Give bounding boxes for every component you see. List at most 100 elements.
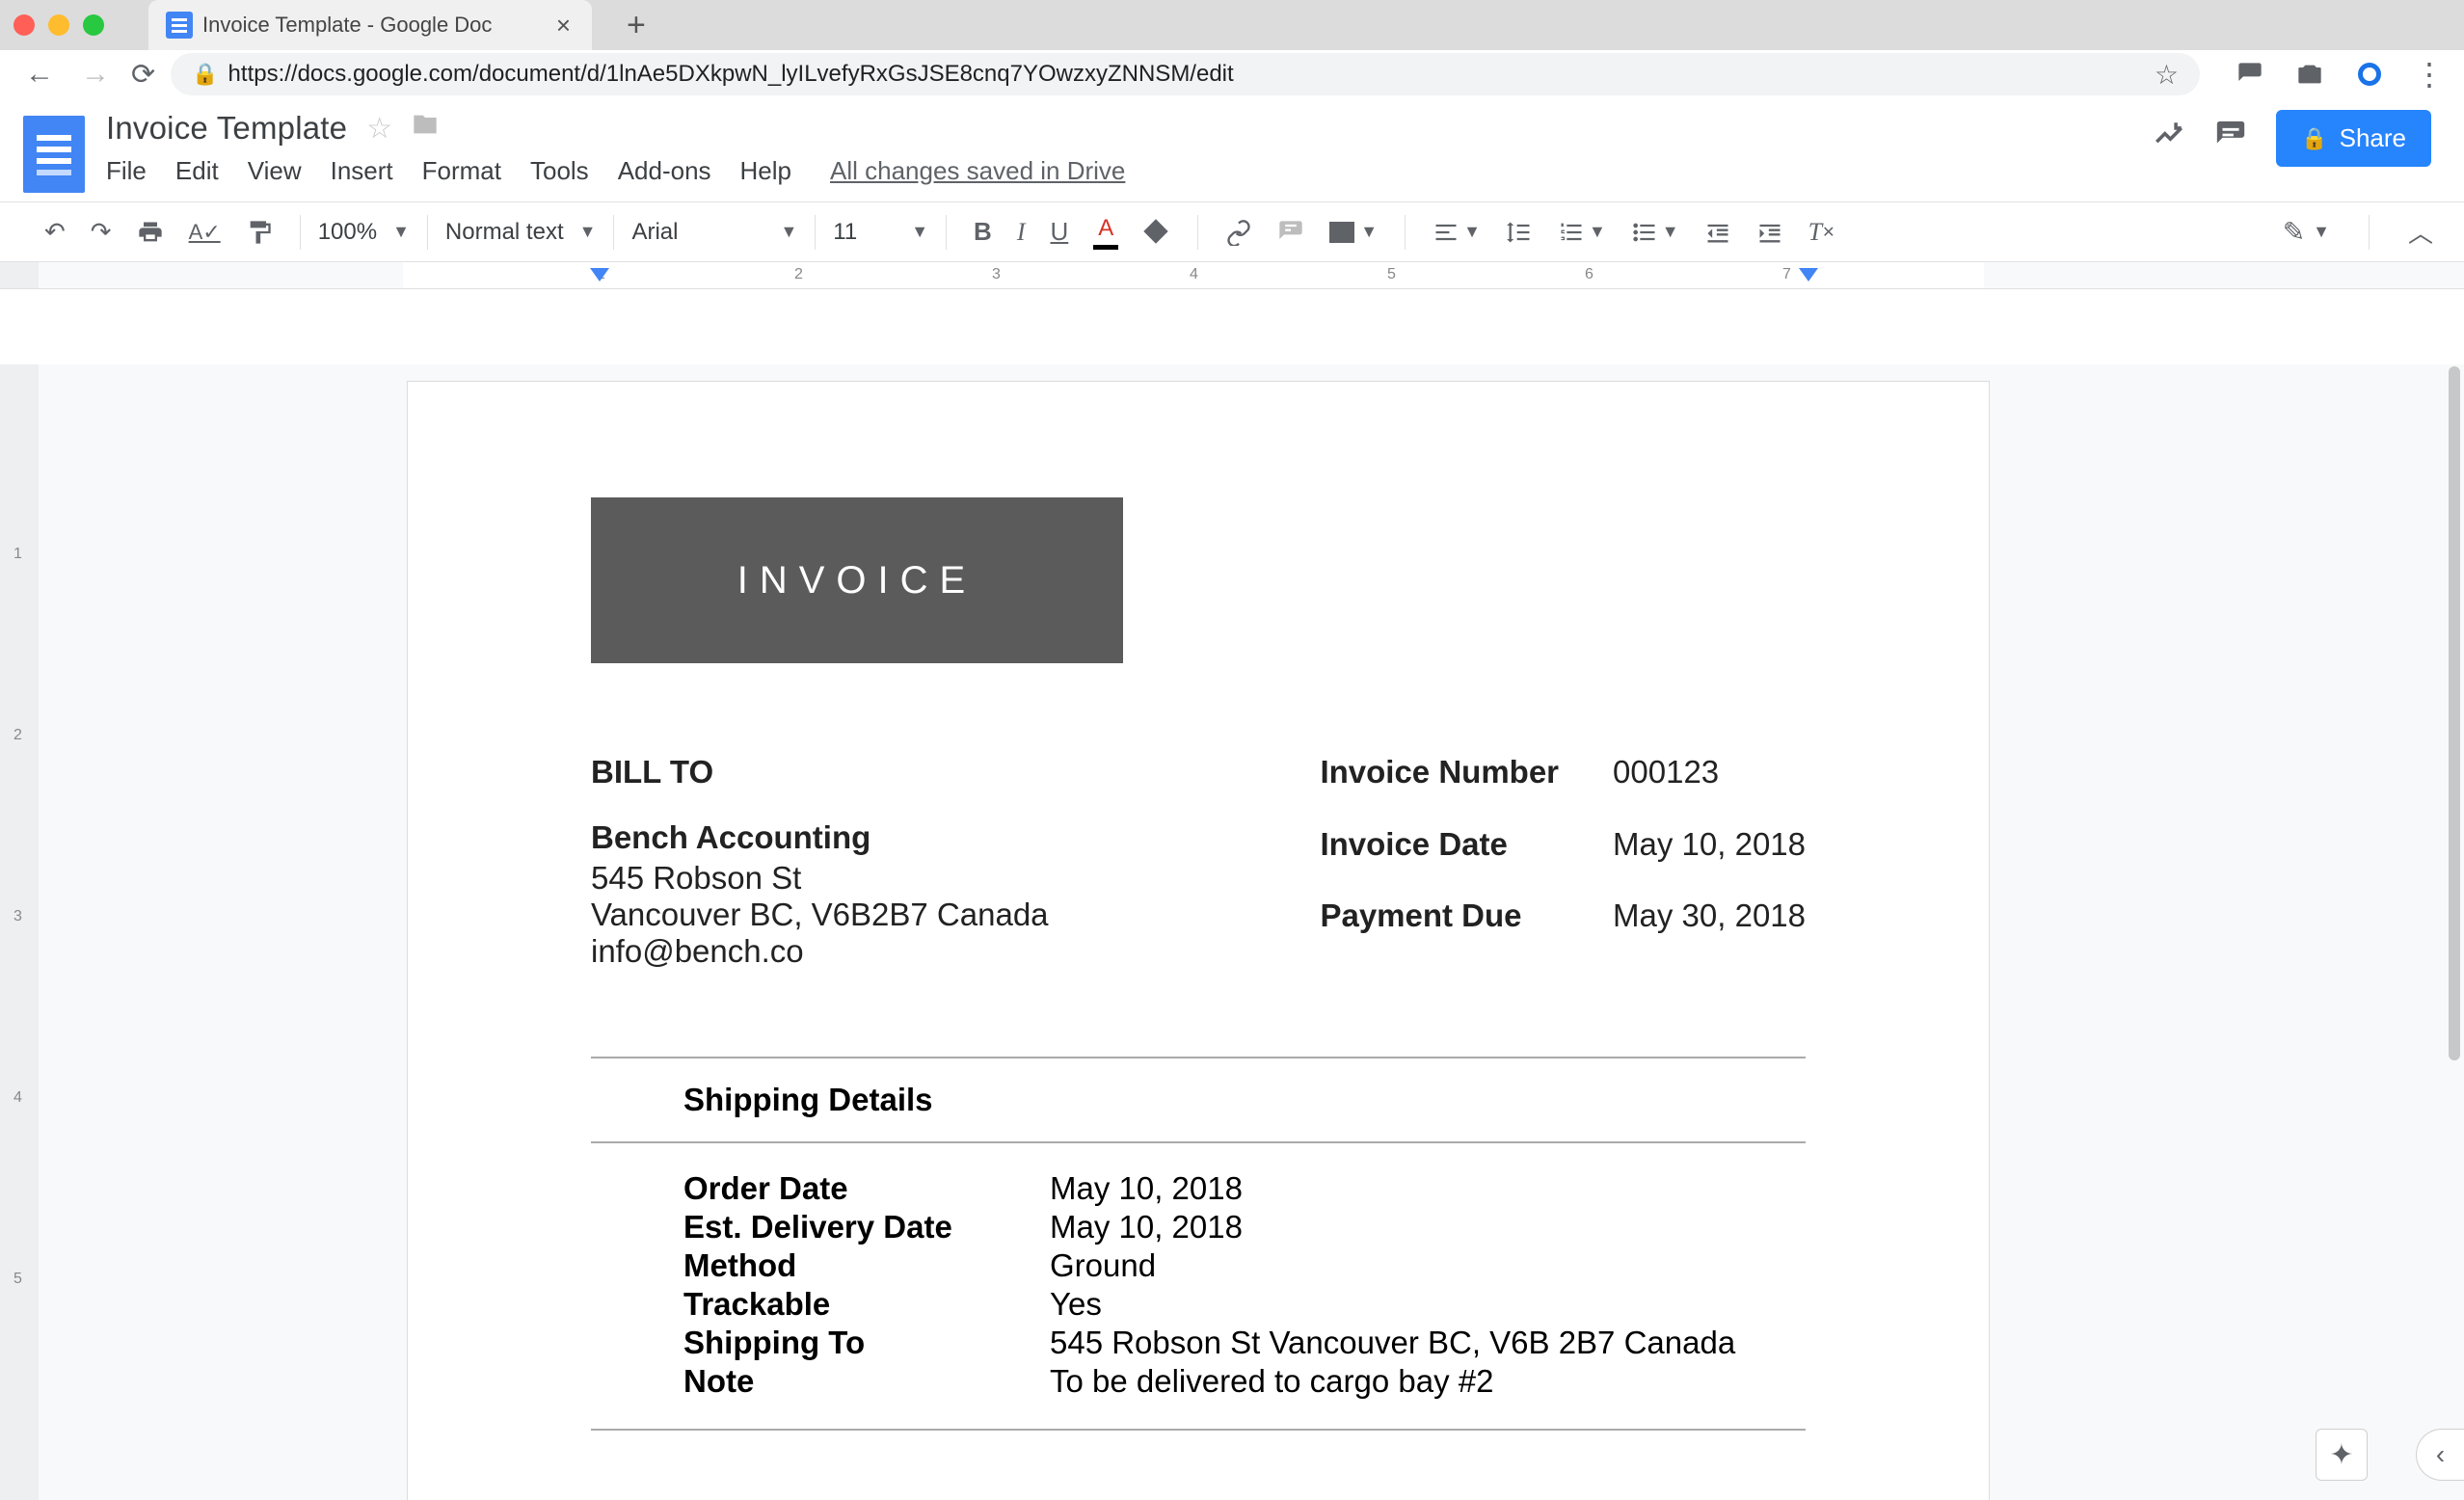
document-canvas: 1 2 3 4 5 INVOICE BILL TO Bench Accounti… — [0, 364, 2464, 1500]
extension-ring-icon[interactable] — [2354, 59, 2385, 90]
vruler-mark: 2 — [13, 727, 22, 744]
vertical-ruler[interactable]: 1 2 3 4 5 — [0, 364, 39, 1500]
numbered-list-button[interactable]: ▼ — [1552, 215, 1612, 250]
insert-image-button[interactable]: ▼ — [1324, 218, 1383, 247]
reload-button[interactable]: ⟳ — [131, 58, 155, 92]
invoice-date-label: Invoice Date — [1320, 826, 1559, 898]
browser-chrome: Invoice Template - Google Doc × + ← → ⟳ … — [0, 0, 2464, 98]
ruler-mark: 3 — [992, 266, 1001, 283]
window-close-icon[interactable] — [13, 14, 35, 36]
underline-button[interactable]: U — [1045, 213, 1075, 251]
menu-format[interactable]: Format — [422, 156, 501, 186]
undo-button[interactable]: ↶ — [39, 213, 71, 251]
italic-button[interactable]: I — [1011, 214, 1031, 251]
window-maximize-icon[interactable] — [83, 14, 104, 36]
method-label: Method — [683, 1247, 1050, 1284]
increase-indent-button[interactable] — [1751, 215, 1789, 250]
payment-due-value: May 30, 2018 — [1613, 897, 1806, 970]
comments-icon[interactable] — [2214, 119, 2247, 159]
docs-logo-icon[interactable] — [23, 116, 85, 193]
highlight-button[interactable] — [1138, 215, 1176, 250]
ruler-mark: 4 — [1190, 266, 1198, 283]
menu-edit[interactable]: Edit — [175, 156, 219, 186]
note-value: To be delivered to cargo bay #2 — [1050, 1363, 1806, 1400]
order-date-value: May 10, 2018 — [1050, 1170, 1806, 1207]
invoice-number-value: 000123 — [1613, 754, 1806, 826]
bulleted-list-button[interactable]: ▼ — [1625, 215, 1685, 250]
menu-help[interactable]: Help — [740, 156, 791, 186]
browser-menu-button[interactable]: ⋮ — [2414, 56, 2445, 93]
vruler-mark: 3 — [13, 908, 22, 925]
address-bar-row: ← → ⟳ 🔒 https://docs.google.com/document… — [0, 50, 2464, 98]
menu-file[interactable]: File — [106, 156, 147, 186]
collapse-toolbar-button[interactable]: ︿ — [2402, 210, 2439, 254]
tab-strip: Invoice Template - Google Doc × + — [0, 0, 2464, 50]
menu-bar: File Edit View Insert Format Tools Add-o… — [106, 150, 1125, 201]
activity-icon[interactable] — [2153, 119, 2185, 159]
payment-due-label: Payment Due — [1320, 897, 1559, 970]
share-label: Share — [2340, 123, 2406, 153]
spellcheck-button[interactable]: A✓ — [183, 216, 227, 249]
note-label: Note — [683, 1363, 1050, 1400]
side-panel-toggle[interactable]: ‹ — [2416, 1429, 2464, 1481]
tab-title: Invoice Template - Google Doc — [202, 13, 492, 38]
explore-button[interactable]: ✦ — [2316, 1429, 2368, 1481]
share-button[interactable]: 🔒 Share — [2276, 110, 2431, 167]
move-folder-icon[interactable] — [412, 111, 439, 146]
insert-comment-button[interactable] — [1272, 215, 1310, 250]
line-spacing-button[interactable] — [1500, 215, 1539, 250]
size-value: 11 — [833, 219, 857, 246]
bill-to-company: Bench Accounting — [591, 819, 1049, 856]
tab-close-icon[interactable]: × — [556, 11, 571, 40]
order-date-label: Order Date — [683, 1170, 1050, 1207]
docs-favicon-icon — [166, 12, 193, 39]
address-bar[interactable]: 🔒 https://docs.google.com/document/d/1ln… — [171, 53, 2200, 95]
bill-to-email: info@bench.co — [591, 933, 1049, 970]
zoom-select[interactable]: 100% ▼ — [308, 219, 419, 246]
horizontal-ruler[interactable]: 1 2 3 4 5 6 7 — [0, 262, 2464, 289]
text-color-button[interactable]: A — [1087, 211, 1124, 254]
paragraph-style-select[interactable]: Normal text ▼ — [436, 219, 606, 246]
style-value: Normal text — [445, 219, 564, 246]
ship-to-value: 545 Robson St Vancouver BC, V6B 2B7 Cana… — [1050, 1325, 1806, 1361]
nav-forward-button: → — [75, 58, 116, 91]
decrease-indent-button[interactable] — [1699, 215, 1737, 250]
menu-insert[interactable]: Insert — [331, 156, 393, 186]
method-value: Ground — [1050, 1247, 1806, 1284]
extension-chat-icon[interactable] — [2235, 59, 2265, 90]
vruler-mark: 5 — [13, 1271, 22, 1288]
formatting-toolbar: ↶ ↷ A✓ 100% ▼ Normal text ▼ Arial ▼ 11 ▼… — [0, 202, 2464, 262]
new-tab-button[interactable]: + — [607, 7, 665, 44]
nav-back-button[interactable]: ← — [19, 58, 60, 91]
redo-button[interactable]: ↷ — [85, 213, 118, 251]
insert-link-button[interactable] — [1219, 215, 1258, 250]
print-button[interactable] — [131, 215, 170, 250]
window-minimize-icon[interactable] — [48, 14, 69, 36]
menu-addons[interactable]: Add-ons — [618, 156, 711, 186]
est-delivery-label: Est. Delivery Date — [683, 1209, 1050, 1246]
paint-format-button[interactable] — [240, 215, 279, 250]
extension-camera-icon[interactable] — [2294, 59, 2325, 90]
ruler-mark: 5 — [1387, 266, 1396, 283]
bookmark-star-icon[interactable]: ☆ — [2155, 59, 2179, 91]
right-indent-marker[interactable] — [1799, 268, 1818, 281]
align-button[interactable]: ▼ — [1427, 215, 1486, 250]
clear-formatting-button[interactable]: T✕ — [1803, 214, 1841, 251]
document-page[interactable]: INVOICE BILL TO Bench Accounting 545 Rob… — [408, 382, 1989, 1500]
document-title[interactable]: Invoice Template — [106, 110, 347, 147]
menu-tools[interactable]: Tools — [530, 156, 589, 186]
font-select[interactable]: Arial ▼ — [622, 219, 807, 246]
font-size-select[interactable]: 11 ▼ — [823, 219, 938, 246]
vruler-mark: 1 — [13, 546, 22, 563]
editing-mode-button[interactable]: ✎▼ — [2277, 212, 2336, 252]
window-controls — [13, 14, 104, 36]
vertical-scrollbar[interactable] — [2447, 364, 2462, 1500]
browser-actions: ⋮ — [2235, 56, 2445, 93]
shipping-heading: Shipping Details — [591, 1058, 1806, 1141]
menu-view[interactable]: View — [248, 156, 302, 186]
browser-tab[interactable]: Invoice Template - Google Doc × — [148, 0, 592, 50]
save-status[interactable]: All changes saved in Drive — [830, 156, 1125, 186]
bold-button[interactable]: B — [968, 213, 998, 251]
star-icon[interactable]: ☆ — [366, 112, 392, 146]
left-indent-marker[interactable] — [590, 268, 609, 281]
